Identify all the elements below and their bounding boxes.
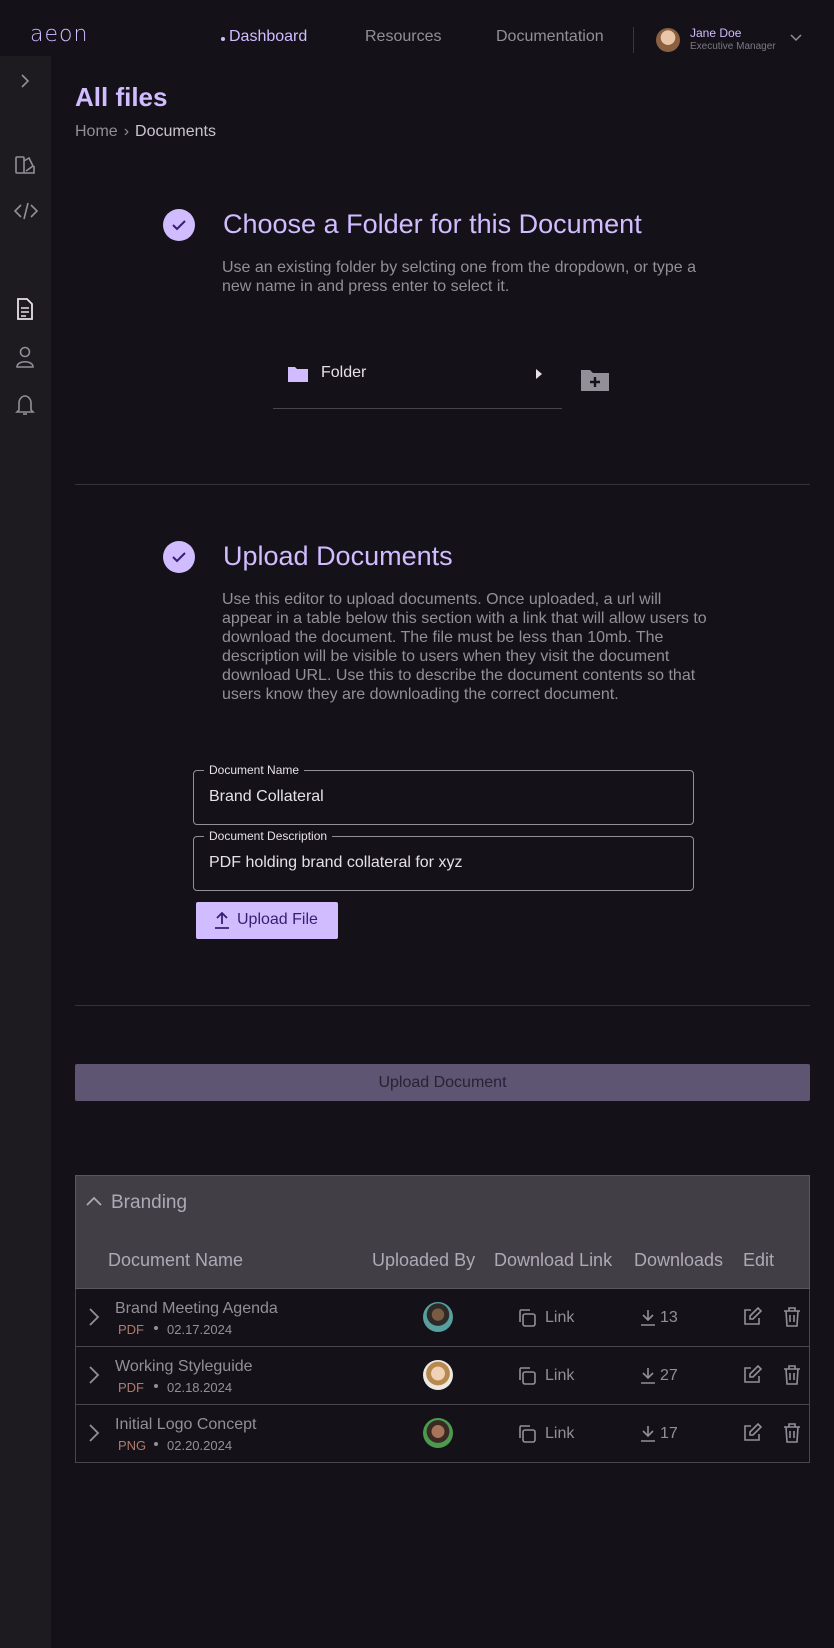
add-folder-icon[interactable]	[580, 368, 610, 392]
user-avatar[interactable]	[656, 28, 680, 52]
group-header-branding[interactable]: Branding	[75, 1175, 810, 1233]
bell-icon[interactable]	[15, 394, 35, 416]
file-type: PDF	[118, 1322, 144, 1337]
folder-section-title: Choose a Folder for this Document	[223, 209, 642, 239]
table-row[interactable]: Brand Meeting Agenda PDF 02.17.2024 Link…	[75, 1289, 810, 1347]
download-count: 13	[660, 1309, 678, 1326]
separator-dot	[154, 1442, 158, 1446]
document-description-field[interactable]: Document Description PDF holding brand c…	[193, 829, 694, 891]
arrow-right-icon[interactable]	[535, 368, 543, 380]
chevron-right-icon: ›	[123, 123, 130, 140]
folder-select-label: Folder	[321, 364, 367, 381]
upload-section-title: Upload Documents	[223, 541, 453, 571]
download-count: 17	[660, 1425, 678, 1442]
copy-icon[interactable]	[517, 1424, 537, 1444]
app-logo[interactable]: aeon	[30, 22, 88, 47]
table-row[interactable]: Initial Logo Concept PNG 02.20.2024 Link…	[75, 1405, 810, 1463]
table-header: Document Name Uploaded By Download Link …	[75, 1232, 810, 1289]
upload-section-description: Use this editor to upload documents. Onc…	[222, 591, 707, 703]
document-name: Brand Meeting Agenda	[115, 1300, 278, 1317]
folder-section-description: Use an existing folder by selcting one f…	[222, 259, 697, 295]
palette-icon[interactable]	[14, 154, 36, 176]
header-download-link[interactable]: Download Link	[494, 1250, 612, 1271]
section-divider	[75, 484, 810, 485]
chevron-up-icon[interactable]	[86, 1196, 102, 1206]
download-icon	[641, 1368, 655, 1384]
edit-icon[interactable]	[742, 1365, 762, 1385]
header-edit: Edit	[743, 1250, 775, 1270]
file-type: PDF	[118, 1380, 144, 1395]
upload-file-button[interactable]: Upload File	[196, 902, 338, 939]
avatar[interactable]	[423, 1302, 453, 1332]
expand-sidebar-icon[interactable]	[18, 74, 32, 88]
document-name: Initial Logo Concept	[115, 1416, 257, 1433]
document-name-label: Document Name	[204, 763, 305, 777]
separator-dot	[154, 1384, 158, 1388]
table-row[interactable]: Working Styleguide PDF 02.18.2024 Link 2…	[75, 1347, 810, 1405]
document-name: Working Styleguide	[115, 1358, 253, 1375]
check-icon	[163, 541, 195, 573]
sidebar	[0, 56, 51, 1648]
download-icon	[641, 1310, 655, 1326]
file-type: PNG	[118, 1438, 147, 1453]
chevron-down-icon[interactable]	[790, 34, 802, 42]
document-icon[interactable]	[16, 298, 34, 320]
nav-dashboard[interactable]: Dashboard	[220, 28, 307, 46]
separator-dot	[154, 1326, 158, 1330]
header-uploaded-by[interactable]: Uploaded By	[372, 1250, 475, 1271]
upload-date: 02.17.2024	[167, 1322, 233, 1337]
download-link[interactable]: Link	[545, 1309, 574, 1327]
document-description-value[interactable]: PDF holding brand collateral for xyz	[209, 854, 462, 872]
breadcrumb: Home › Documents	[75, 123, 216, 141]
nav-divider	[633, 27, 634, 53]
nav-resources[interactable]: Resources	[365, 28, 441, 46]
upload-document-button[interactable]: Upload Document	[75, 1064, 810, 1101]
group-label: Branding	[111, 1192, 188, 1213]
chevron-right-icon[interactable]	[88, 1366, 100, 1384]
delete-icon[interactable]	[783, 1423, 801, 1443]
document-name-value[interactable]: Brand Collateral	[209, 788, 324, 806]
top-bar: aeon Dashboard Resources Documentation J…	[0, 0, 834, 56]
delete-icon[interactable]	[783, 1365, 801, 1385]
download-count: 27	[660, 1367, 678, 1384]
header-downloads[interactable]: Downloads	[634, 1250, 723, 1271]
copy-icon[interactable]	[517, 1308, 537, 1328]
edit-icon[interactable]	[742, 1423, 762, 1443]
upload-date: 02.18.2024	[167, 1380, 233, 1395]
upload-date: 02.20.2024	[167, 1438, 233, 1453]
upload-icon	[215, 911, 229, 929]
breadcrumb-current: Documents	[135, 123, 216, 140]
avatar[interactable]	[423, 1418, 453, 1448]
check-icon	[163, 209, 195, 241]
user-icon[interactable]	[15, 346, 35, 368]
upload-file-label: Upload File	[237, 911, 318, 928]
folder-select[interactable]: Folder	[273, 352, 562, 409]
delete-icon[interactable]	[783, 1307, 801, 1327]
download-icon	[641, 1426, 655, 1442]
user-name[interactable]: Jane Doe	[690, 26, 741, 40]
breadcrumb-home[interactable]: Home	[75, 123, 118, 140]
nav-documentation[interactable]: Documentation	[496, 28, 604, 46]
edit-icon[interactable]	[742, 1307, 762, 1327]
document-name-field[interactable]: Document Name Brand Collateral	[193, 763, 694, 825]
document-description-label: Document Description	[204, 829, 333, 843]
download-link[interactable]: Link	[545, 1425, 574, 1443]
section-divider	[75, 1005, 810, 1006]
code-icon[interactable]	[14, 202, 38, 220]
user-role: Executive Manager	[690, 41, 776, 52]
copy-icon[interactable]	[517, 1366, 537, 1386]
download-link[interactable]: Link	[545, 1367, 574, 1385]
avatar[interactable]	[423, 1360, 453, 1390]
header-document-name[interactable]: Document Name	[108, 1250, 243, 1271]
chevron-right-icon[interactable]	[88, 1308, 100, 1326]
folder-icon	[288, 367, 308, 382]
page-title: All files	[75, 82, 168, 112]
chevron-right-icon[interactable]	[88, 1424, 100, 1442]
